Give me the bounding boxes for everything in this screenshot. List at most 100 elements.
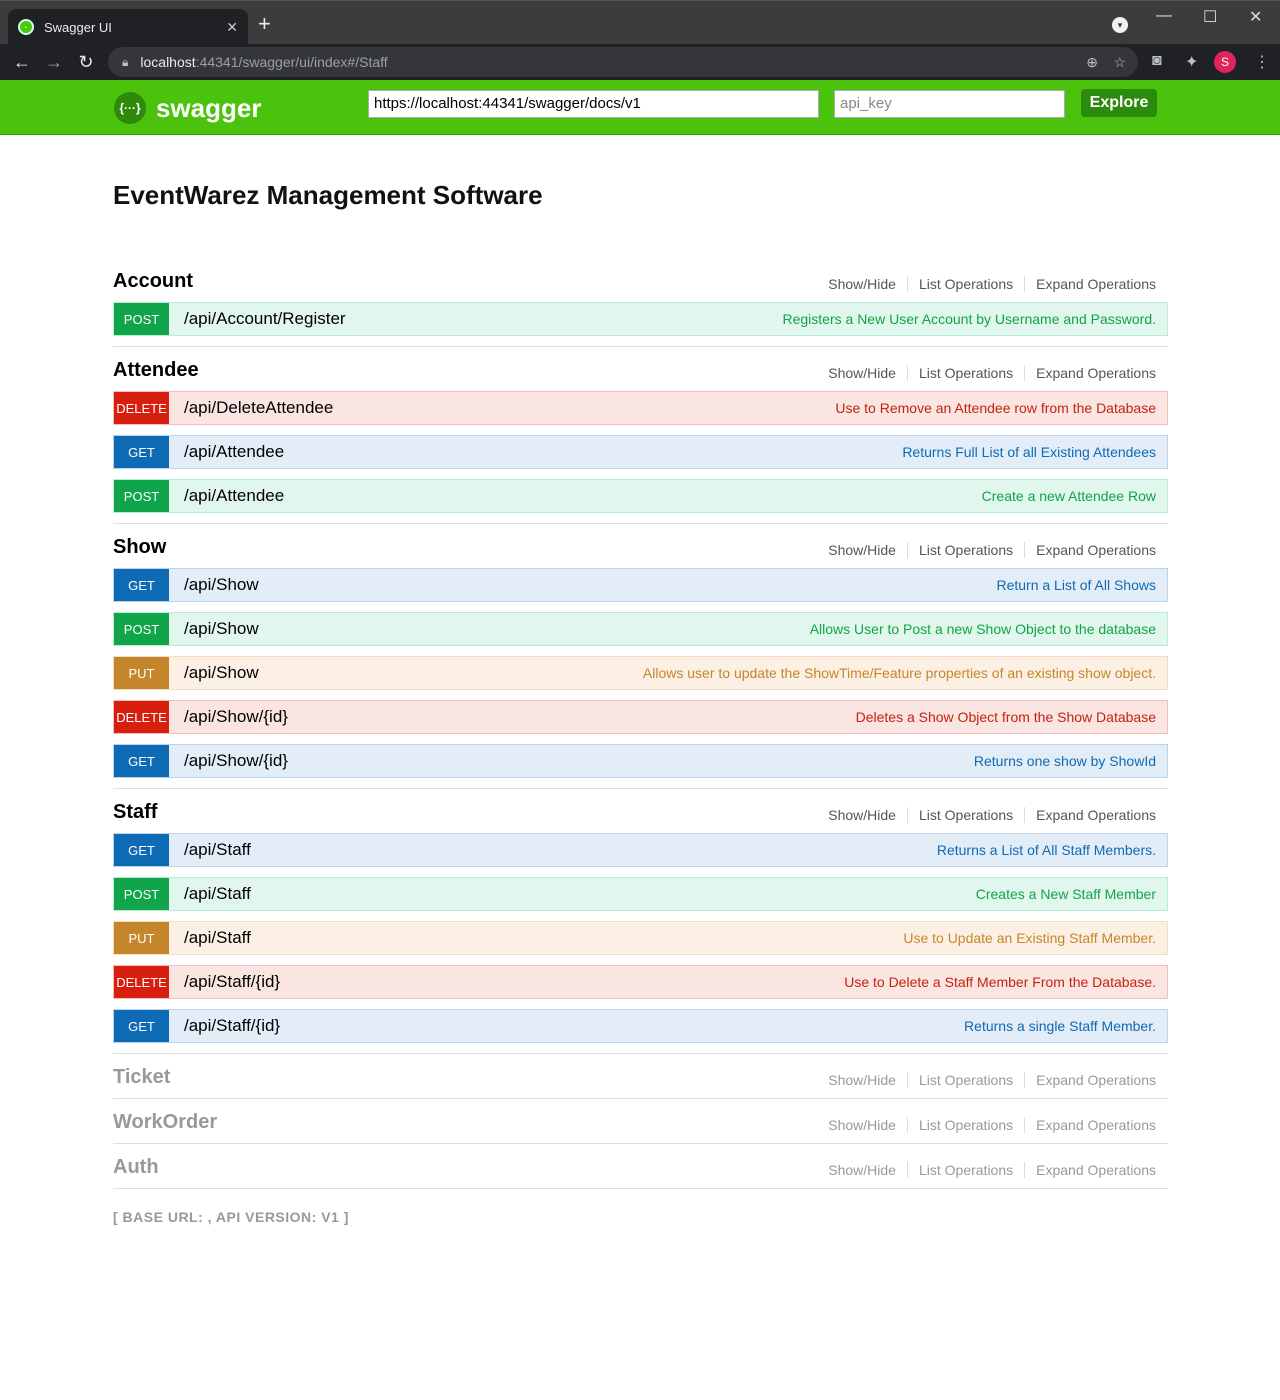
http-method-badge[interactable]: POST	[114, 303, 169, 335]
api-key-input[interactable]: api_key	[834, 90, 1065, 118]
browser-tab[interactable]: · Swagger UI ✕	[8, 9, 248, 45]
resource-name[interactable]: Staff	[113, 801, 157, 824]
http-method-badge[interactable]: DELETE	[114, 966, 169, 998]
show-hide-link[interactable]: Show/Hide	[817, 807, 907, 823]
operation-summary[interactable]: Use to Remove an Attendee row from the D…	[835, 400, 1156, 416]
list-operations-link[interactable]: List Operations	[908, 276, 1024, 292]
expand-operations-link[interactable]: Expand Operations	[1025, 365, 1156, 381]
operation-post[interactable]: POST/api/Account/Register Registers a New…	[113, 302, 1168, 336]
list-operations-link[interactable]: List Operations	[908, 365, 1024, 381]
operation-path[interactable]: /api/Staff/{id}	[184, 972, 844, 992]
resource-name[interactable]: Ticket	[113, 1066, 170, 1089]
operation-get[interactable]: GET/api/Show/{id} Returns one show by Sho…	[113, 744, 1168, 778]
menu-kebab-icon[interactable]: ⋮	[1254, 52, 1270, 72]
operation-path[interactable]: /api/Attendee	[184, 442, 902, 462]
profile-avatar[interactable]: S	[1214, 51, 1236, 73]
http-method-badge[interactable]: GET	[114, 569, 169, 601]
operation-summary[interactable]: Use to Delete a Staff Member From the Da…	[844, 974, 1156, 990]
operation-put[interactable]: PUT/api/Staff Use to Update an Existing S…	[113, 921, 1168, 955]
http-method-badge[interactable]: GET	[114, 834, 169, 866]
operation-path[interactable]: /api/Staff	[184, 928, 903, 948]
operation-path[interactable]: /api/Staff/{id}	[184, 1016, 964, 1036]
zoom-icon[interactable]: ⊕	[1086, 54, 1098, 71]
bookmark-star-icon[interactable]: ☆	[1113, 54, 1126, 71]
http-method-badge[interactable]: POST	[114, 878, 169, 910]
http-method-badge[interactable]: GET	[114, 745, 169, 777]
operation-path[interactable]: /api/DeleteAttendee	[184, 398, 835, 418]
operation-path[interactable]: /api/Show	[184, 619, 810, 639]
new-tab-button[interactable]: +	[258, 13, 271, 35]
http-method-badge[interactable]: GET	[114, 436, 169, 468]
operation-summary[interactable]: Allows user to update the ShowTime/Featu…	[643, 665, 1156, 681]
operation-path[interactable]: /api/Show	[184, 575, 996, 595]
tab-close-icon[interactable]: ✕	[226, 19, 238, 36]
operation-summary[interactable]: Use to Update an Existing Staff Member.	[903, 930, 1156, 946]
window-close-icon[interactable]: ✕	[1249, 7, 1262, 27]
operation-post[interactable]: POST/api/Attendee Create a new Attendee R…	[113, 479, 1168, 513]
resource-name[interactable]: Account	[113, 270, 193, 293]
http-method-badge[interactable]: POST	[114, 480, 169, 512]
operation-get[interactable]: GET/api/Attendee Returns Full List of all…	[113, 435, 1168, 469]
operation-path[interactable]: /api/Attendee	[184, 486, 982, 506]
expand-operations-link[interactable]: Expand Operations	[1025, 807, 1156, 823]
reload-icon[interactable]: ↻	[70, 52, 102, 73]
operation-delete[interactable]: DELETE/api/Staff/{id} Use to Delete a Sta…	[113, 965, 1168, 999]
list-operations-link[interactable]: List Operations	[908, 807, 1024, 823]
resource-name[interactable]: WorkOrder	[113, 1111, 217, 1134]
maximize-icon[interactable]: ☐	[1203, 7, 1217, 27]
expand-operations-link[interactable]: Expand Operations	[1025, 1162, 1156, 1178]
operation-delete[interactable]: DELETE/api/DeleteAttendee Use to Remove a…	[113, 391, 1168, 425]
operation-path[interactable]: /api/Show/{id}	[184, 751, 974, 771]
expand-operations-link[interactable]: Expand Operations	[1025, 1072, 1156, 1088]
http-method-badge[interactable]: DELETE	[114, 701, 169, 733]
operation-summary[interactable]: Returns one show by ShowId	[974, 753, 1156, 769]
expand-operations-link[interactable]: Expand Operations	[1025, 542, 1156, 558]
address-bar[interactable]: 🔒︎ localhost:44341/swagger/ui/index#/Sta…	[108, 47, 1138, 77]
operation-post[interactable]: POST/api/Staff Creates a New Staff Member	[113, 877, 1168, 911]
swagger-logo[interactable]: {···} swagger	[114, 92, 262, 124]
operation-summary[interactable]: Returns a List of All Staff Members.	[937, 842, 1156, 858]
expand-operations-link[interactable]: Expand Operations	[1025, 276, 1156, 292]
http-method-badge[interactable]: PUT	[114, 922, 169, 954]
operation-path[interactable]: /api/Account/Register	[184, 309, 783, 329]
operation-path[interactable]: /api/Staff	[184, 884, 976, 904]
operation-path[interactable]: /api/Show/{id}	[184, 707, 856, 727]
operation-get[interactable]: GET/api/Staff/{id} Returns a single Staff…	[113, 1009, 1168, 1043]
operation-summary[interactable]: Create a new Attendee Row	[982, 488, 1156, 504]
operation-summary[interactable]: Allows User to Post a new Show Object to…	[810, 621, 1156, 637]
explore-button[interactable]: Explore	[1081, 89, 1157, 117]
list-operations-link[interactable]: List Operations	[908, 1072, 1024, 1088]
http-method-badge[interactable]: POST	[114, 613, 169, 645]
operation-post[interactable]: POST/api/Show Allows User to Post a new S…	[113, 612, 1168, 646]
resource-name[interactable]: Attendee	[113, 359, 199, 382]
forward-arrow-icon[interactable]: →	[38, 52, 70, 73]
show-hide-link[interactable]: Show/Hide	[817, 542, 907, 558]
operation-summary[interactable]: Registers a New User Account by Username…	[783, 311, 1157, 327]
camera-icon[interactable]: ◙	[1152, 52, 1162, 70]
tab-search-icon[interactable]: ▾	[1112, 17, 1128, 33]
show-hide-link[interactable]: Show/Hide	[817, 1072, 907, 1088]
operation-path[interactable]: /api/Show	[184, 663, 643, 683]
operation-get[interactable]: GET/api/Show Return a List of All Shows	[113, 568, 1168, 602]
resource-name[interactable]: Auth	[113, 1156, 159, 1179]
extensions-icon[interactable]: ✦	[1185, 52, 1198, 72]
spec-url-input[interactable]: https://localhost:44341/swagger/docs/v1	[368, 90, 819, 118]
show-hide-link[interactable]: Show/Hide	[817, 365, 907, 381]
operation-summary[interactable]: Return a List of All Shows	[996, 577, 1156, 593]
operation-summary[interactable]: Creates a New Staff Member	[976, 886, 1156, 902]
resource-name[interactable]: Show	[113, 536, 166, 559]
show-hide-link[interactable]: Show/Hide	[817, 1117, 907, 1133]
http-method-badge[interactable]: PUT	[114, 657, 169, 689]
operation-summary[interactable]: Returns a single Staff Member.	[964, 1018, 1156, 1034]
list-operations-link[interactable]: List Operations	[908, 1162, 1024, 1178]
list-operations-link[interactable]: List Operations	[908, 542, 1024, 558]
operation-delete[interactable]: DELETE/api/Show/{id} Deletes a Show Objec…	[113, 700, 1168, 734]
back-arrow-icon[interactable]: ←	[6, 52, 38, 73]
show-hide-link[interactable]: Show/Hide	[817, 1162, 907, 1178]
http-method-badge[interactable]: DELETE	[114, 392, 169, 424]
operation-path[interactable]: /api/Staff	[184, 840, 937, 860]
operation-summary[interactable]: Returns Full List of all Existing Attend…	[902, 444, 1156, 460]
minimize-icon[interactable]: —	[1156, 7, 1172, 25]
operation-get[interactable]: GET/api/Staff Returns a List of All Staff…	[113, 833, 1168, 867]
show-hide-link[interactable]: Show/Hide	[817, 276, 907, 292]
